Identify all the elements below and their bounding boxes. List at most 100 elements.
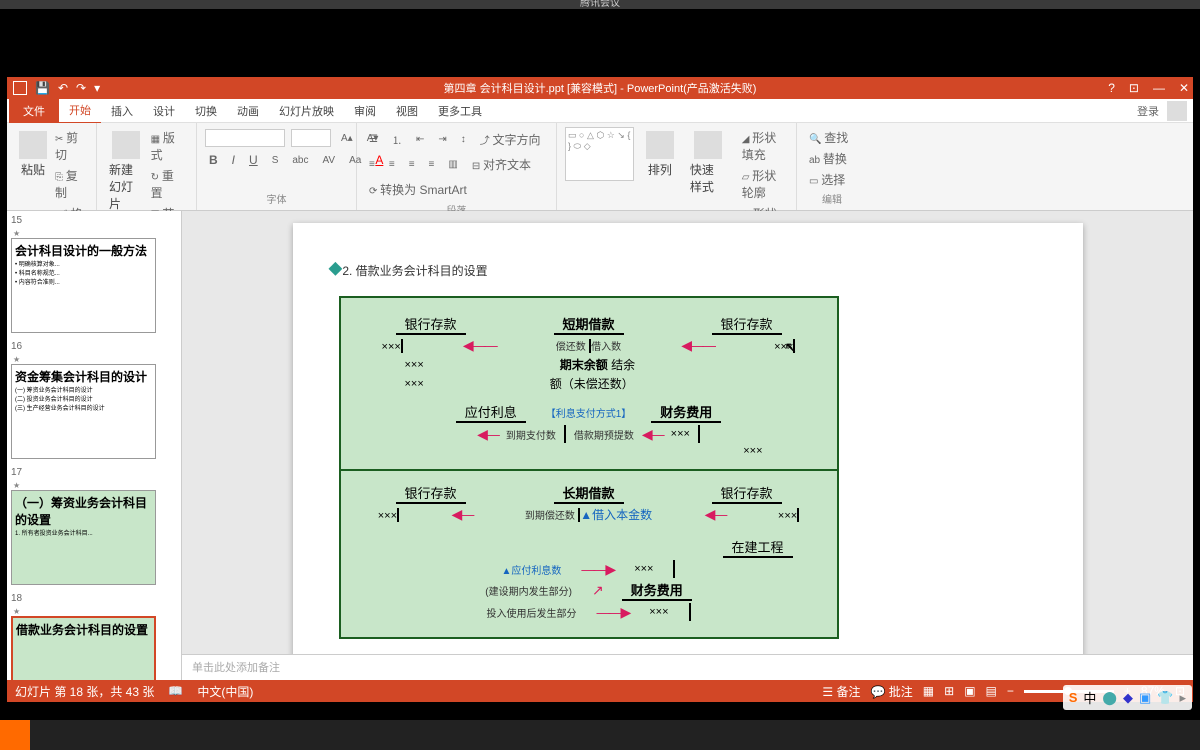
tab-home[interactable]: 开始 [59,98,101,124]
statusbar: 幻灯片 第 18 张，共 43 张 📖 中文(中国) ☰ 备注 💬 批注 ▦ ⊞… [7,680,1193,702]
minimize-icon[interactable]: — [1153,81,1165,95]
tab-more[interactable]: 更多工具 [428,99,492,123]
find-button[interactable]: 🔍 查找 [805,127,859,148]
start-button[interactable] [0,720,30,750]
align-right-button[interactable]: ≡ [405,157,419,172]
increase-indent-button[interactable]: ⇥ [434,132,450,147]
save-icon[interactable]: 💾 [35,81,50,95]
paste-icon [19,131,47,159]
justify-button[interactable]: ≡ [425,157,439,172]
tray-icon-5[interactable]: ▸ [1179,690,1186,706]
spellcheck-icon[interactable]: 📖 [168,684,183,698]
close-icon[interactable]: ✕ [1179,81,1189,95]
columns-button[interactable]: ▥ [444,157,461,172]
arrange-icon [646,131,674,159]
new-slide-button[interactable]: 新建 幻灯片 [105,127,147,224]
shape-fill-button[interactable]: ◢ 形状填充 [738,127,788,165]
bold-button[interactable]: B [205,151,222,169]
notes-toggle[interactable]: ☰ 备注 [822,683,860,700]
tray-icon-4[interactable]: 👕 [1157,690,1173,706]
language-indicator[interactable]: 中文(中国) [197,683,253,700]
redo-icon[interactable]: ↷ [76,81,86,95]
new-slide-icon [112,131,140,159]
font-family-input[interactable] [205,129,285,147]
smartart-button[interactable]: ⟳ 转换为 SmartArt [365,179,471,200]
avatar[interactable] [1167,101,1187,121]
editing-group-label: 编辑 [805,191,859,206]
powerpoint-icon [13,81,27,95]
thumbnail-18[interactable]: 18★借款业务会计科目的设置 [11,593,177,680]
replace-button[interactable]: ab 替换 [805,148,859,169]
slide-content: ◆2. 借款业务会计科目的设置 银行存款 短期借款 银行存款 ××× ◀—— [293,223,1083,654]
bullets-button[interactable]: ☰ [365,132,382,147]
align-center-button[interactable]: ≡ [385,157,399,172]
copy-button[interactable]: ⎘ 复制 [51,165,88,203]
reset-button[interactable]: ↻ 重置 [147,165,188,203]
tab-view[interactable]: 视图 [386,99,428,123]
thumbnail-15[interactable]: 15★会计科目设计的一般方法• 明确核算对象...• 科目名称规范...• 内容… [11,215,177,333]
canvas-area: ◆2. 借款业务会计科目的设置 银行存款 短期借款 银行存款 ××× ◀—— [182,211,1193,680]
quick-styles-icon [694,131,722,159]
decrease-indent-button[interactable]: ⇤ [412,132,428,147]
numbering-button[interactable]: ⒈ [388,130,406,149]
thumbnail-17[interactable]: 17★（一）筹资业务会计科目的设置1. 所有者投资业务会计科目... [11,467,177,585]
ribbon-tabs: 文件 开始 插入 设计 切换 动画 幻灯片放映 审阅 视图 更多工具 登录 [7,99,1193,123]
text-direction-button[interactable]: ⤴ 文字方向 [476,129,545,150]
reading-view-icon[interactable]: ▣ [964,684,975,698]
ribbon: 粘贴 ✂ 剪切 ⎘ 复制 🖌 格式刷 剪贴板 新建 幻灯片 ▦ 版式 ↻ 重置 … [7,123,1193,211]
line-spacing-button[interactable]: ↕ [457,132,470,147]
tray-icon-2[interactable]: ◆ [1123,690,1133,706]
tray-icon-3[interactable]: ▣ [1139,690,1151,706]
normal-view-icon[interactable]: ▦ [923,684,934,698]
content-area: 15★会计科目设计的一般方法• 明确核算对象...• 科目名称规范...• 内容… [7,211,1193,680]
ime-icon[interactable]: S [1069,690,1078,705]
slide-thumbnails[interactable]: 15★会计科目设计的一般方法• 明确核算对象...• 科目名称规范...• 内容… [7,211,182,680]
undo-icon[interactable]: ↶ [58,81,68,95]
meeting-title: 腾讯会议 [0,0,1200,9]
italic-button[interactable]: I [228,151,239,169]
tab-insert[interactable]: 插入 [101,99,143,123]
shape-outline-button[interactable]: ▱ 形状轮廓 [738,165,788,203]
slideshow-view-icon[interactable]: ▤ [986,684,997,698]
cut-button[interactable]: ✂ 剪切 [51,127,88,165]
align-text-button[interactable]: ⊟ 对齐文本 [468,154,535,175]
help-icon[interactable]: ? [1108,81,1115,95]
tab-design[interactable]: 设计 [143,99,185,123]
ime-lang[interactable]: 中 [1083,688,1096,707]
window-title: 第四章 会计科目设计.ppt [兼容模式] - PowerPoint(产品激活失… [444,80,757,96]
spacing-button[interactable]: AV [318,153,339,168]
shadow-button[interactable]: abc [288,153,312,168]
ribbon-options-icon[interactable]: ⊡ [1129,81,1139,95]
increase-font-icon[interactable]: A▴ [337,131,357,146]
sorter-view-icon[interactable]: ⊞ [944,684,954,698]
underline-button[interactable]: U [245,151,262,169]
font-size-input[interactable] [291,129,331,147]
login-link[interactable]: 登录 [1137,103,1159,119]
accounting-diagram: 银行存款 短期借款 银行存款 ××× ◀—— 偿还数 借入数 ◀—— ××× [339,296,839,639]
notes-pane[interactable]: 单击此处添加备注 [182,654,1193,680]
slide-counter: 幻灯片 第 18 张，共 43 张 [15,683,154,700]
slide-title: ◆2. 借款业务会计科目的设置 [329,251,1047,282]
tab-animations[interactable]: 动画 [227,99,269,123]
powerpoint-window: 💾 ↶ ↷ ▾ 第四章 会计科目设计.ppt [兼容模式] - PowerPoi… [7,77,1193,702]
tab-slideshow[interactable]: 幻灯片放映 [269,99,344,123]
quick-access-toolbar: 💾 ↶ ↷ ▾ [7,81,100,95]
comments-toggle[interactable]: 💬 批注 [870,683,912,700]
black-area [0,9,1200,77]
tray-icon-1[interactable]: ⬤ [1102,690,1117,706]
qat-more-icon[interactable]: ▾ [94,81,100,95]
tab-review[interactable]: 审阅 [344,99,386,123]
thumbnail-16[interactable]: 16★资金筹集会计科目的设计(一) 筹资业务会计科目的设计(二) 投资业务会计科… [11,341,177,459]
zoom-out-icon[interactable]: − [1007,684,1014,698]
font-group-label: 字体 [205,191,348,206]
file-tab[interactable]: 文件 [9,99,59,123]
slide-canvas[interactable]: ◆2. 借款业务会计科目的设置 银行存款 短期借款 银行存款 ××× ◀—— [182,211,1193,654]
select-button[interactable]: ▭ 选择 [805,169,859,190]
shapes-gallery[interactable]: ▭ ○ △ ⬡ ☆ ↘ { } ⬭ ◇ [565,127,634,181]
align-left-button[interactable]: ≡ [365,157,379,172]
strike-button[interactable]: S [268,153,283,168]
tab-transitions[interactable]: 切换 [185,99,227,123]
taskbar [0,720,1200,750]
titlebar: 💾 ↶ ↷ ▾ 第四章 会计科目设计.ppt [兼容模式] - PowerPoi… [7,77,1193,99]
layout-button[interactable]: ▦ 版式 [147,127,188,165]
